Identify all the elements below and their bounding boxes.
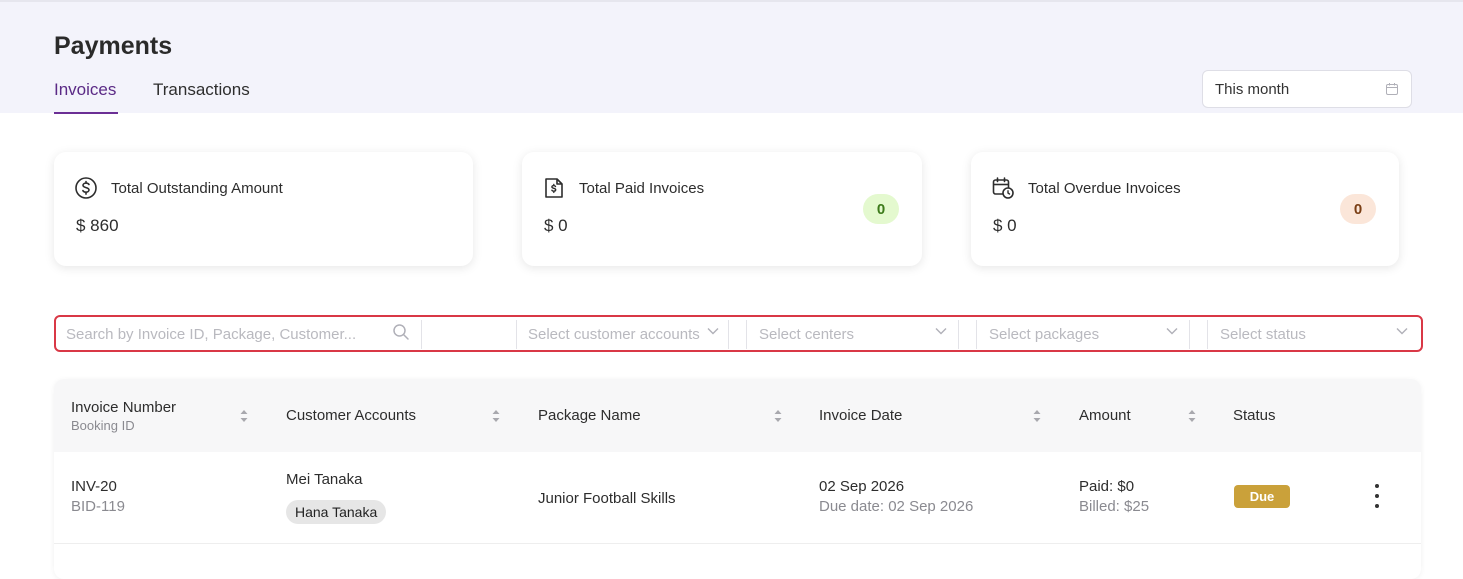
- package-name: Junior Football Skills: [538, 490, 676, 507]
- active-tab-indicator: [54, 112, 118, 114]
- customer-accounts-select[interactable]: Select customer accounts: [528, 320, 728, 349]
- card-value: $ 0: [544, 216, 568, 235]
- sort-icon[interactable]: [239, 408, 249, 424]
- filter-divider: [728, 320, 729, 349]
- page-header: Payments Invoices Transactions This mont…: [0, 0, 1463, 114]
- paid-receipt-icon: [545, 178, 563, 198]
- sort-icon[interactable]: [773, 408, 783, 424]
- column-header-invoice-number[interactable]: Invoice Number Booking ID: [71, 399, 176, 433]
- table-row[interactable]: INV-20 BID-119 Mei Tanaka Hana Tanaka Ju…: [54, 452, 1421, 544]
- filter-divider: [421, 320, 422, 349]
- invoice-number: INV-20: [71, 478, 117, 495]
- search-input[interactable]: Search by Invoice ID, Package, Customer.…: [66, 320, 421, 349]
- invoices-table: Invoice Number Booking ID Customer Accou…: [54, 379, 1421, 579]
- chevron-down-icon[interactable]: [706, 325, 720, 337]
- card-title: Total Overdue Invoices: [1028, 180, 1181, 197]
- status-badge: Due: [1234, 485, 1290, 508]
- date-range-picker[interactable]: This month: [1202, 70, 1412, 108]
- column-sublabel: Booking ID: [71, 418, 135, 433]
- kebab-dot: [1375, 504, 1379, 508]
- date-range-value: This month: [1215, 80, 1290, 98]
- customer-name: Mei Tanaka: [286, 471, 363, 488]
- filter-divider: [1207, 320, 1208, 349]
- dollar-circle-icon: [75, 177, 97, 199]
- filter-bar: Search by Invoice ID, Package, Customer.…: [54, 315, 1423, 352]
- tab-invoices[interactable]: Invoices: [54, 80, 116, 100]
- kebab-dot: [1375, 494, 1379, 498]
- card-value: $ 0: [993, 216, 1017, 235]
- calendar-icon: [1386, 83, 1398, 95]
- column-header-status: Status: [1233, 407, 1276, 424]
- booking-id: BID-119: [71, 498, 125, 515]
- packages-select[interactable]: Select packages: [989, 320, 1169, 349]
- due-date: Due date: 02 Sep 2026: [819, 498, 974, 515]
- sort-icon[interactable]: [1032, 408, 1042, 424]
- overdue-count-badge: 0: [1340, 194, 1376, 224]
- column-header-customer-accounts[interactable]: Customer Accounts: [286, 407, 416, 424]
- sort-icon[interactable]: [1187, 408, 1197, 424]
- chevron-down-icon[interactable]: [934, 325, 948, 337]
- chevron-down-icon[interactable]: [1395, 325, 1409, 337]
- filter-divider: [516, 320, 517, 349]
- card-title: Total Paid Invoices: [579, 180, 705, 197]
- tab-transactions[interactable]: Transactions: [153, 80, 250, 100]
- status-select[interactable]: Select status: [1220, 320, 1400, 349]
- filter-divider: [976, 320, 977, 349]
- paid-count-badge: 0: [863, 194, 899, 224]
- card-title: Total Outstanding Amount: [111, 180, 283, 197]
- column-header-invoice-date[interactable]: Invoice Date: [819, 407, 902, 424]
- chevron-down-icon[interactable]: [1165, 325, 1179, 337]
- page-title: Payments: [54, 32, 173, 60]
- card-total-paid: Total Paid Invoices $ 0 0: [522, 152, 922, 266]
- card-value: $ 860: [76, 216, 119, 235]
- filter-divider: [1189, 320, 1190, 349]
- card-total-outstanding: Total Outstanding Amount $ 860: [54, 152, 473, 266]
- column-label: Invoice Number: [71, 399, 177, 416]
- kebab-dot: [1375, 484, 1379, 488]
- billed-amount: Billed: $25: [1079, 498, 1150, 515]
- filter-divider: [958, 320, 959, 349]
- sort-icon[interactable]: [491, 408, 501, 424]
- invoice-date: 02 Sep 2026: [819, 478, 905, 495]
- row-actions-menu-icon[interactable]: [1372, 482, 1382, 510]
- card-total-overdue: Total Overdue Invoices $ 0 0: [971, 152, 1399, 266]
- column-header-amount[interactable]: Amount: [1079, 407, 1131, 424]
- search-icon[interactable]: [392, 323, 410, 341]
- calendar-clock-icon: [992, 177, 1014, 199]
- table-header: Invoice Number Booking ID Customer Accou…: [54, 379, 1421, 452]
- paid-amount: Paid: $0: [1079, 478, 1135, 495]
- column-header-package-name[interactable]: Package Name: [538, 407, 641, 424]
- centers-select[interactable]: Select centers: [759, 320, 939, 349]
- member-chip: Hana Tanaka: [286, 500, 387, 524]
- filter-divider: [746, 320, 747, 349]
